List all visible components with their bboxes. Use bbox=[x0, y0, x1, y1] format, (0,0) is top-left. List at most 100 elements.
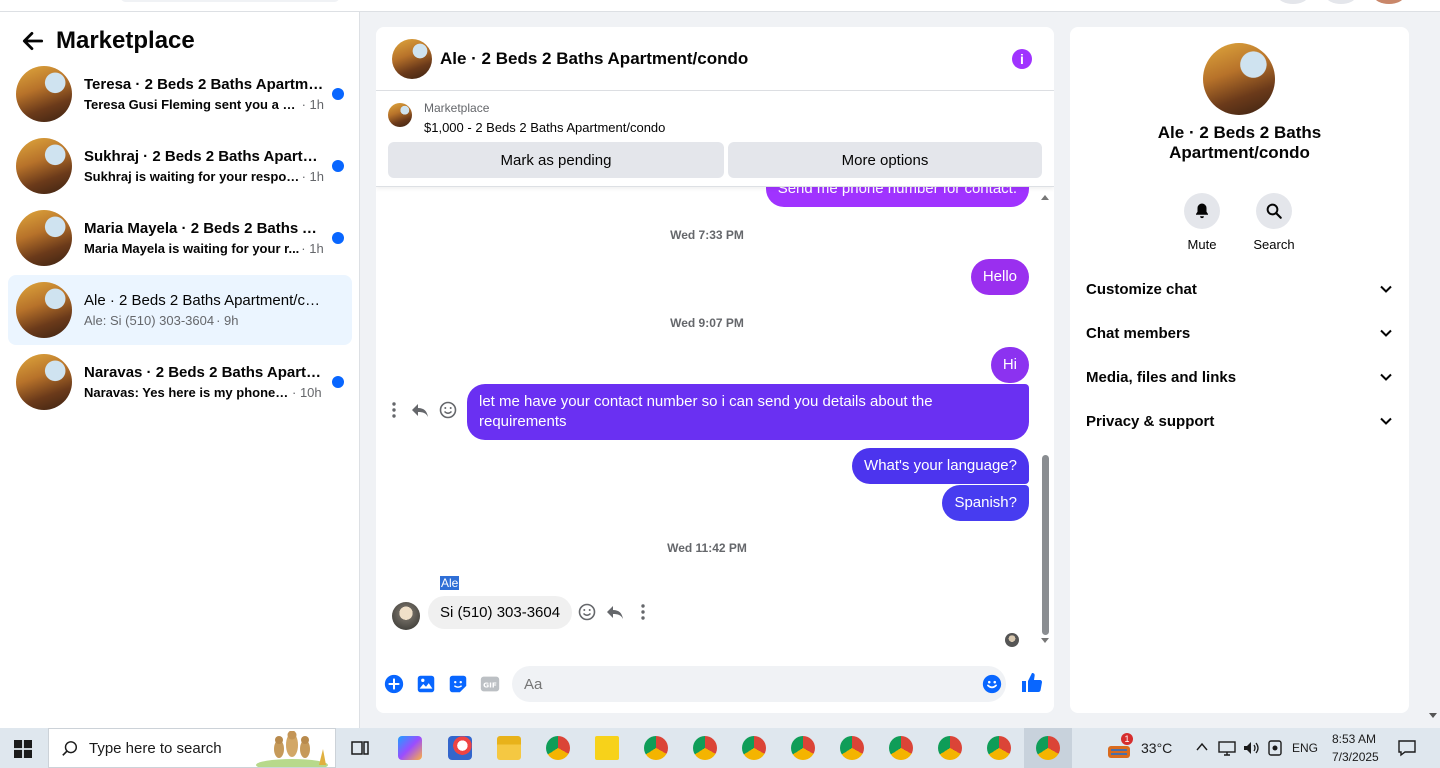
marketplace-label: Marketplace bbox=[424, 101, 490, 115]
scrollbar-thumb[interactable] bbox=[1042, 455, 1049, 635]
unread-dot bbox=[332, 160, 344, 172]
search-button[interactable]: Search bbox=[1244, 193, 1304, 252]
conversation-item-naravas[interactable]: Naravas · 2 Beds 2 Baths Apartm... Narav… bbox=[8, 347, 352, 417]
chevron-up-icon[interactable] bbox=[1196, 742, 1208, 752]
browser-top-strip bbox=[0, 0, 1440, 12]
clock-time[interactable]: 8:53 AM bbox=[1332, 732, 1376, 746]
chrome-profile-icon-active[interactable] bbox=[1036, 736, 1060, 760]
message-timestamp: Wed 7:33 PM bbox=[670, 228, 744, 242]
section-label: Chat members bbox=[1086, 324, 1191, 342]
meet-now-icon[interactable] bbox=[1267, 739, 1283, 757]
customize-chat-row[interactable]: Customize chat bbox=[1086, 267, 1393, 311]
conversation-item-ale[interactable]: Ale · 2 Beds 2 Baths Apartment/co... Ale… bbox=[8, 275, 352, 345]
search-highlight-illustration bbox=[256, 731, 328, 767]
chrome-profile-icon-2[interactable] bbox=[693, 736, 717, 760]
unread-dot bbox=[332, 88, 344, 100]
scroll-down-icon[interactable] bbox=[1040, 637, 1050, 645]
message-scrollbar[interactable] bbox=[1040, 187, 1050, 657]
unread-dot bbox=[332, 232, 344, 244]
sender-avatar[interactable] bbox=[392, 602, 420, 630]
chrome-profile-icon-6[interactable] bbox=[889, 736, 913, 760]
message-list: Send me phone number for contact. Wed 7:… bbox=[376, 169, 1054, 657]
task-view-icon[interactable] bbox=[350, 738, 370, 758]
chat-members-row[interactable]: Chat members bbox=[1086, 311, 1393, 355]
top-messenger-icon[interactable] bbox=[1326, 0, 1356, 4]
top-profile-avatar[interactable] bbox=[1374, 0, 1404, 4]
chat-title[interactable]: Ale · 2 Beds 2 Baths Apartment/condo bbox=[440, 49, 748, 69]
more-options-button[interactable]: More options bbox=[728, 142, 1042, 178]
taskbar-search-placeholder: Type here to search bbox=[89, 739, 222, 757]
photo-icon[interactable] bbox=[415, 673, 437, 695]
conversation-snippet: Maria Mayela is waiting for your r... bbox=[84, 241, 300, 256]
network-icon[interactable] bbox=[1218, 739, 1236, 757]
conversation-item-maria[interactable]: Maria Mayela · 2 Beds 2 Baths A... Maria… bbox=[8, 203, 352, 273]
more-actions-icon[interactable] bbox=[633, 602, 653, 622]
chrome-profile-icon-1[interactable] bbox=[644, 736, 668, 760]
emoji-icon[interactable] bbox=[981, 673, 1003, 695]
message-bubble-outgoing[interactable]: What's your language? bbox=[852, 448, 1029, 484]
marketplace-listing-bar: Marketplace $1,000 - 2 Beds 2 Baths Apar… bbox=[376, 91, 1054, 187]
chat-listing-avatar[interactable] bbox=[392, 38, 432, 79]
windows-taskbar: Type here to search 1 33°C ENG 8:53 AM 7… bbox=[0, 728, 1440, 768]
mark-as-pending-button[interactable]: Mark as pending bbox=[388, 142, 724, 178]
add-plus-icon[interactable] bbox=[383, 673, 405, 695]
windows-start-icon[interactable] bbox=[14, 740, 32, 758]
seen-receipt-avatar bbox=[1005, 633, 1019, 647]
info-icon[interactable]: i bbox=[1012, 49, 1032, 69]
back-arrow-icon[interactable] bbox=[20, 28, 46, 54]
thumbs-up-icon[interactable] bbox=[1020, 671, 1044, 695]
react-emoji-icon[interactable] bbox=[577, 602, 597, 622]
top-search-pill[interactable] bbox=[120, 0, 340, 2]
page-scroll-down-icon[interactable] bbox=[1428, 712, 1438, 720]
conversation-item-teresa[interactable]: Teresa · 2 Beds 2 Baths Apartme... Teres… bbox=[8, 59, 352, 129]
chat-details-panel: Ale · 2 Beds 2 Baths Apartment/condo Mut… bbox=[1070, 27, 1409, 713]
chrome-profile-icon-8[interactable] bbox=[987, 736, 1011, 760]
chrome-profile-icon-7[interactable] bbox=[938, 736, 962, 760]
section-label: Media, files and links bbox=[1086, 368, 1237, 386]
conversation-name: Naravas · 2 Beds 2 Baths Apartm... bbox=[84, 364, 324, 381]
clock-date[interactable]: 7/3/2025 bbox=[1332, 750, 1379, 764]
react-emoji-icon[interactable] bbox=[438, 400, 458, 420]
listing-title[interactable]: $1,000 - 2 Beds 2 Baths Apartment/condo bbox=[424, 120, 665, 135]
message-input[interactable] bbox=[512, 666, 1006, 702]
search-label: Search bbox=[1253, 237, 1295, 252]
copilot-app-icon[interactable] bbox=[398, 736, 422, 760]
reply-icon[interactable] bbox=[605, 602, 625, 622]
message-bubble-outgoing[interactable]: let me have your contact number so i can… bbox=[467, 384, 1029, 440]
message-bubble-outgoing[interactable]: Hello bbox=[970, 259, 1029, 295]
reply-icon[interactable] bbox=[410, 400, 430, 420]
more-actions-icon[interactable] bbox=[384, 400, 404, 420]
sticky-notes-app-icon[interactable] bbox=[595, 736, 619, 760]
taskbar-search-box[interactable]: Type here to search bbox=[48, 728, 336, 768]
conversation-name: Ale · 2 Beds 2 Baths Apartment/co... bbox=[84, 292, 324, 309]
chrome-profile-icon-3[interactable] bbox=[742, 736, 766, 760]
notification-center-icon[interactable] bbox=[1397, 739, 1417, 757]
scroll-up-icon[interactable] bbox=[1040, 193, 1050, 201]
volume-icon[interactable] bbox=[1242, 739, 1260, 757]
conversation-item-sukhraj[interactable]: Sukhraj · 2 Beds 2 Baths Apartm... Sukhr… bbox=[8, 131, 352, 201]
mute-button[interactable]: Mute bbox=[1172, 193, 1232, 252]
temperature-text[interactable]: 33°C bbox=[1141, 740, 1172, 756]
file-explorer-app-icon[interactable] bbox=[497, 736, 521, 760]
details-avatar[interactable] bbox=[1203, 43, 1275, 115]
top-menu-icon[interactable] bbox=[1278, 0, 1308, 4]
chrome-profile-icon-4[interactable] bbox=[791, 736, 815, 760]
bell-icon bbox=[1196, 203, 1208, 219]
listing-thumbnail[interactable] bbox=[388, 103, 412, 127]
sender-name: Ale bbox=[440, 576, 460, 590]
gif-icon[interactable]: GIF bbox=[479, 673, 501, 695]
message-bubble-incoming[interactable]: Si (510) 303-3604 bbox=[428, 596, 573, 629]
search-icon bbox=[62, 741, 78, 756]
search-icon bbox=[1266, 203, 1282, 219]
snipping-tool-app-icon[interactable] bbox=[448, 736, 472, 760]
message-bubble-outgoing[interactable]: Hi bbox=[990, 347, 1029, 383]
conversation-snippet: Teresa Gusi Fleming sent you a me... bbox=[84, 97, 300, 112]
media-files-links-row[interactable]: Media, files and links bbox=[1086, 355, 1393, 399]
language-indicator[interactable]: ENG bbox=[1292, 741, 1318, 755]
privacy-support-row[interactable]: Privacy & support bbox=[1086, 399, 1393, 443]
chrome-profile-icon-5[interactable] bbox=[840, 736, 864, 760]
sticker-icon[interactable] bbox=[447, 673, 469, 695]
conversation-sidebar: Marketplace Teresa · 2 Beds 2 Baths Apar… bbox=[0, 12, 360, 728]
message-bubble-outgoing[interactable]: Spanish? bbox=[942, 485, 1029, 521]
chrome-app-icon[interactable] bbox=[546, 736, 570, 760]
